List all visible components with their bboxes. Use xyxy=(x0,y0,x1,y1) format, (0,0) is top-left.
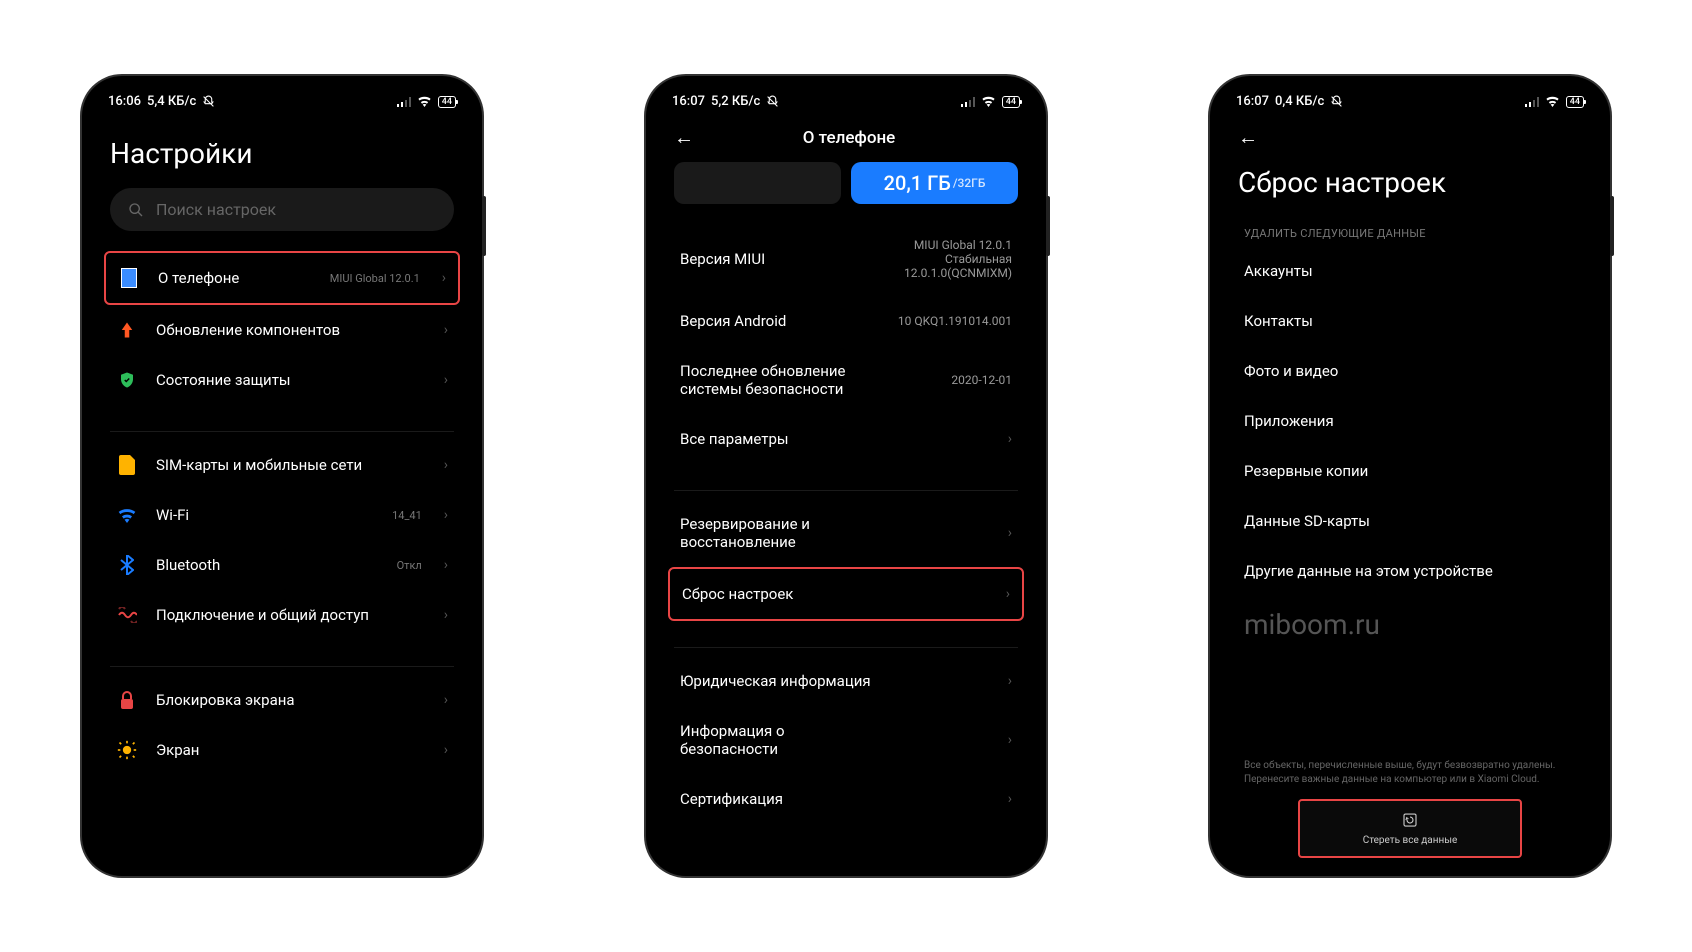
item-accounts: Аккаунты xyxy=(1238,246,1582,296)
notch xyxy=(1370,86,1450,104)
dnd-icon xyxy=(202,95,215,108)
item-media: Фото и видео xyxy=(1238,346,1582,396)
reset-icon xyxy=(1401,811,1419,829)
header-title: О телефоне xyxy=(710,128,988,148)
chevron-right-icon: › xyxy=(1008,673,1012,689)
row-miui-version[interactable]: Версия MIUI MIUI Global 12.0.1 Стабильна… xyxy=(674,222,1018,296)
chevron-right-icon: › xyxy=(444,457,448,473)
phone-mockup-1: 16:06 5,4 КБ/с 44 Настройки Поиск настро… xyxy=(82,76,482,876)
chevron-right-icon: › xyxy=(444,742,448,758)
status-time: 16:07 xyxy=(1236,94,1269,109)
chevron-right-icon: › xyxy=(1008,525,1012,541)
section-header: УДАЛИТЬ СЛЕДУЮЩИЕ ДАННЫЕ xyxy=(1238,217,1582,246)
status-speed: 5,4 КБ/с xyxy=(147,94,196,109)
row-backup-restore[interactable]: Резервирование и восстановление › xyxy=(674,499,1018,567)
bluetooth-icon xyxy=(116,554,138,576)
notch xyxy=(242,86,322,104)
item-contacts: Контакты xyxy=(1238,296,1582,346)
row-connection-share[interactable]: Подключение и общий доступ › xyxy=(110,590,454,640)
status-time: 16:07 xyxy=(672,94,705,109)
wifi-icon xyxy=(981,96,996,107)
chevron-right-icon: › xyxy=(442,270,446,286)
footer-warning: Все объекты, перечисленные выше, будут б… xyxy=(1238,751,1582,799)
back-button[interactable]: ← xyxy=(674,125,694,150)
row-display[interactable]: Экран › xyxy=(110,725,454,775)
chevron-right-icon: › xyxy=(444,557,448,573)
status-time: 16:06 xyxy=(108,94,141,109)
chevron-right-icon: › xyxy=(1008,431,1012,447)
item-other: Другие данные на этом устройстве xyxy=(1238,546,1582,596)
chevron-right-icon: › xyxy=(444,322,448,338)
row-certification[interactable]: Сертификация › xyxy=(674,774,1018,824)
row-android-version[interactable]: Версия Android 10 QKQ1.191014.001 xyxy=(674,296,1018,346)
watermark: miboom.ru xyxy=(1238,596,1582,653)
item-apps: Приложения xyxy=(1238,396,1582,446)
chevron-right-icon: › xyxy=(444,692,448,708)
row-lockscreen[interactable]: Блокировка экрана › xyxy=(110,675,454,725)
chevron-right-icon: › xyxy=(444,507,448,523)
wifi-settings-icon xyxy=(116,504,138,526)
notch xyxy=(806,86,886,104)
search-placeholder: Поиск настроек xyxy=(156,200,276,219)
item-sd: Данные SD-карты xyxy=(1238,496,1582,546)
row-security-status[interactable]: Состояние защиты › xyxy=(110,355,454,405)
signal-icon xyxy=(961,97,975,107)
chevron-right-icon: › xyxy=(444,372,448,388)
signal-icon xyxy=(1525,97,1539,107)
wifi-icon xyxy=(1545,96,1560,107)
update-icon xyxy=(116,319,138,341)
phone-mockup-2: 16:07 5,2 КБ/с 44 ← О телефоне 20,1 ГБ/3… xyxy=(646,76,1046,876)
page-title: Настройки xyxy=(110,113,454,188)
row-legal[interactable]: Юридическая информация › xyxy=(674,656,1018,706)
dnd-icon xyxy=(766,95,779,108)
chevron-right-icon: › xyxy=(444,607,448,623)
row-safety-info[interactable]: Информация о безопасности › xyxy=(674,706,1018,774)
row-security-update[interactable]: Последнее обновление системы безопасност… xyxy=(674,346,1018,414)
storage-left xyxy=(674,162,841,204)
status-speed: 5,2 КБ/с xyxy=(711,94,760,109)
erase-all-button[interactable]: Стереть все данные xyxy=(1298,799,1522,858)
item-backups: Резервные копии xyxy=(1238,446,1582,496)
shield-icon xyxy=(116,369,138,391)
row-all-specs[interactable]: Все параметры › xyxy=(674,414,1018,464)
chevron-right-icon: › xyxy=(1008,791,1012,807)
row-about-phone[interactable]: О телефоне MIUI Global 12.0.1 › xyxy=(104,251,460,305)
status-speed: 0,4 КБ/с xyxy=(1275,94,1324,109)
row-bluetooth[interactable]: Bluetooth Откл › xyxy=(110,540,454,590)
phone-mockup-3: 16:07 0,4 КБ/с 44 ← Сброс настроек УДАЛИ… xyxy=(1210,76,1610,876)
search-input[interactable]: Поиск настроек xyxy=(110,188,454,231)
storage-widget[interactable]: 20,1 ГБ/32ГБ xyxy=(674,162,1018,204)
chevron-right-icon: › xyxy=(1006,586,1010,602)
search-icon xyxy=(128,202,144,218)
row-wifi[interactable]: Wi-Fi 14_41 › xyxy=(110,490,454,540)
dnd-icon xyxy=(1330,95,1343,108)
battery-icon: 44 xyxy=(438,96,456,108)
storage-used: 20,1 ГБ/32ГБ xyxy=(851,162,1018,204)
share-icon xyxy=(116,604,138,626)
battery-icon: 44 xyxy=(1566,96,1584,108)
phone-icon xyxy=(118,267,140,289)
battery-icon: 44 xyxy=(1002,96,1020,108)
chevron-right-icon: › xyxy=(1008,732,1012,748)
back-button[interactable]: ← xyxy=(1238,125,1258,150)
miui-version-value: MIUI Global 12.0.1 Стабильная 12.0.1.0(Q… xyxy=(904,238,1012,280)
page-title: Сброс настроек xyxy=(1238,162,1582,217)
sim-icon xyxy=(116,454,138,476)
lock-icon xyxy=(116,689,138,711)
brightness-icon xyxy=(116,739,138,761)
row-factory-reset[interactable]: Сброс настроек › xyxy=(668,567,1024,621)
row-update[interactable]: Обновление компонентов › xyxy=(110,305,454,355)
signal-icon xyxy=(397,97,411,107)
wifi-icon xyxy=(417,96,432,107)
row-sim[interactable]: SIM-карты и мобильные сети › xyxy=(110,440,454,490)
